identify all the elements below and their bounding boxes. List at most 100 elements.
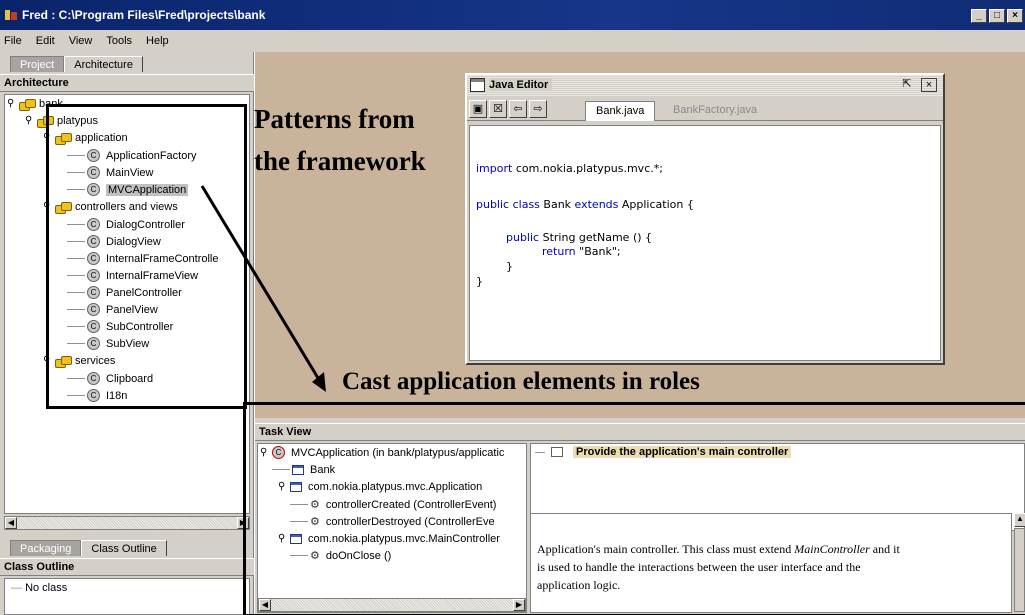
minimize-button[interactable]: _ [971, 9, 987, 23]
pin-icon: ⚲ [25, 115, 33, 126]
code-line-return: return "Bank"; [542, 245, 621, 258]
tree-item-internalframecontroller[interactable]: C InternalFrameControlle [67, 250, 219, 267]
window-icon [470, 78, 485, 92]
class-icon: C [87, 389, 100, 402]
tree-item-mainview[interactable]: C MainView [67, 164, 154, 181]
tree-node-bank[interactable]: ⚲ bank [7, 95, 63, 112]
back-icon[interactable]: ⇦ [509, 100, 527, 118]
task-description-panel: Application's main controller. This clas… [530, 513, 1012, 613]
code-line-method: public String getName () { [506, 231, 653, 244]
annotation-cast-roles: Cast application elements in roles [342, 368, 700, 395]
task-item-doonclose[interactable]: ⚙ doOnClose () [290, 547, 391, 564]
float-icon[interactable]: ⇱ [899, 78, 915, 92]
tab-packaging[interactable]: Packaging [10, 540, 82, 556]
pin-icon: ⚲ [278, 533, 286, 544]
task-item-main-controller[interactable]: ⚲ com.nokia.platypus.mvc.MainController [278, 530, 500, 547]
tree-horizontal-scrollbar[interactable]: ◀ ▶ [4, 516, 250, 530]
task-item-controller-created[interactable]: ⚙ controllerCreated (ControllerEvent) [290, 496, 496, 513]
fred-app-icon [5, 10, 17, 20]
close-icon[interactable]: × [921, 78, 937, 92]
task-checkbox-icon[interactable] [551, 447, 563, 457]
tree-node-controllers[interactable]: ⚲ controllers and views [43, 198, 178, 215]
tree-item-panelview[interactable]: C PanelView [67, 301, 158, 318]
task-view-panel: Task View ⚲ C MVCApplication (in bank/plat… [255, 418, 1025, 615]
tree-node-services[interactable]: ⚲ services [43, 352, 115, 369]
annotation-patterns-line2: the framework [254, 146, 426, 176]
tree-item-clipboard[interactable]: C Clipboard [67, 370, 153, 387]
package-icon [55, 201, 72, 214]
menu-help[interactable]: Help [146, 35, 169, 47]
tree-node-platypus[interactable]: ⚲ platypus [25, 112, 98, 129]
tree-item-mvcapplication[interactable]: C MVCApplication [67, 181, 189, 198]
no-class-label: No class [25, 582, 68, 594]
scroll-up-icon[interactable]: ▲ [1014, 513, 1025, 527]
code-line-class: public class Bank extends Application { [476, 198, 694, 211]
class-icon: C [87, 166, 100, 179]
class-icon: C [87, 286, 100, 299]
class-outline-panel: — No class [4, 578, 250, 615]
class-icon: C [87, 183, 100, 196]
tree-item-i18n[interactable]: C I18n [67, 387, 127, 404]
task-item-provide-main-controller[interactable]: Provide the application's main controlle… [535, 446, 792, 458]
class-icon: C [87, 269, 100, 282]
architecture-header: Architecture [0, 74, 254, 92]
save-icon[interactable]: ▣ [469, 100, 487, 118]
editor-toolbar: ▣ ☒ ⇦ ⇨ Bank.java BankFactory.java [467, 97, 943, 121]
task-tree-scrollbar[interactable]: ◀ ▶ [258, 598, 526, 612]
pin-icon: ⚲ [278, 481, 286, 492]
forward-icon[interactable]: ⇨ [529, 100, 547, 118]
class-table-icon [292, 464, 304, 475]
pin-icon: ⚲ [260, 447, 268, 458]
task-item-bank[interactable]: Bank [272, 461, 335, 478]
menu-edit[interactable]: Edit [36, 35, 55, 47]
class-outline-header: Class Outline [0, 558, 254, 576]
close-file-icon[interactable]: ☒ [489, 100, 507, 118]
architecture-tree: ⚲ bank ⚲ platypus ⚲ application C Applicatio… [4, 94, 250, 514]
title-bar: Fred : C:\Program Files\Fred\projects\ba… [0, 0, 1025, 30]
tab-architecture[interactable]: Architecture [64, 56, 143, 72]
maximize-button[interactable]: □ [989, 9, 1005, 23]
class-icon: C [87, 320, 100, 333]
tree-item-dialogcontroller[interactable]: C DialogController [67, 216, 185, 233]
tree-item-applicationfactory[interactable]: C ApplicationFactory [67, 147, 197, 164]
task-root-mvcapplication[interactable]: ⚲ C MVCApplication (in bank/platypus/appli… [260, 444, 504, 461]
task-item-application[interactable]: ⚲ com.nokia.platypus.mvc.Application [278, 478, 482, 495]
tree-item-subview[interactable]: C SubView [67, 335, 149, 352]
pin-icon: ⚲ [43, 201, 51, 212]
description-line-3: application logic. [537, 578, 621, 592]
tree-item-subcontroller[interactable]: C SubController [67, 318, 173, 335]
tab-bank-java[interactable]: Bank.java [585, 101, 656, 121]
window-title: Fred : C:\Program Files\Fred\projects\ba… [22, 8, 266, 22]
pin-icon: ⚲ [43, 132, 51, 143]
code-line-close-class: } [476, 275, 483, 288]
description-vertical-scrollbar[interactable] [1014, 528, 1025, 612]
tree-item-panelcontroller[interactable]: C PanelController [67, 284, 182, 301]
menu-tools[interactable]: Tools [106, 35, 132, 47]
tab-project[interactable]: Project [10, 56, 65, 72]
tree-item-dialogview[interactable]: C DialogView [67, 233, 161, 250]
tree-node-application[interactable]: ⚲ application [43, 129, 128, 146]
tab-bankfactory-java[interactable]: BankFactory.java [663, 101, 767, 121]
tab-class-outline[interactable]: Class Outline [81, 540, 167, 556]
editor-title-bar[interactable]: Java Editor ⇱ × [467, 75, 943, 97]
code-line-import: import com.nokia.platypus.mvc.*; [476, 162, 663, 175]
close-button[interactable]: × [1007, 9, 1023, 23]
pin-icon: ⚲ [7, 98, 15, 109]
class-icon: C [272, 446, 285, 459]
task-item-controller-destroyed[interactable]: ⚙ controllerDestroyed (ControllerEve [290, 513, 495, 530]
class-icon: C [87, 252, 100, 265]
scroll-left-icon[interactable]: ◀ [5, 517, 17, 529]
method-gear-icon: ⚙ [310, 516, 320, 528]
menu-file[interactable]: File [4, 35, 22, 47]
tree-item-internalframeview[interactable]: C InternalFrameView [67, 267, 198, 284]
editor-title: Java Editor [489, 79, 553, 91]
description-line-2: is used to handle the interactions betwe… [537, 560, 861, 574]
scroll-left-icon[interactable]: ◀ [259, 599, 271, 611]
scroll-right-icon[interactable]: ▶ [513, 599, 525, 611]
code-area[interactable]: import com.nokia.platypus.mvc.*; public … [469, 125, 941, 361]
menu-view[interactable]: View [69, 35, 93, 47]
scroll-right-icon[interactable]: ▶ [237, 517, 249, 529]
menu-bar: File Edit View Tools Help [0, 30, 1025, 52]
class-table-icon [290, 481, 302, 492]
package-icon [19, 98, 36, 111]
